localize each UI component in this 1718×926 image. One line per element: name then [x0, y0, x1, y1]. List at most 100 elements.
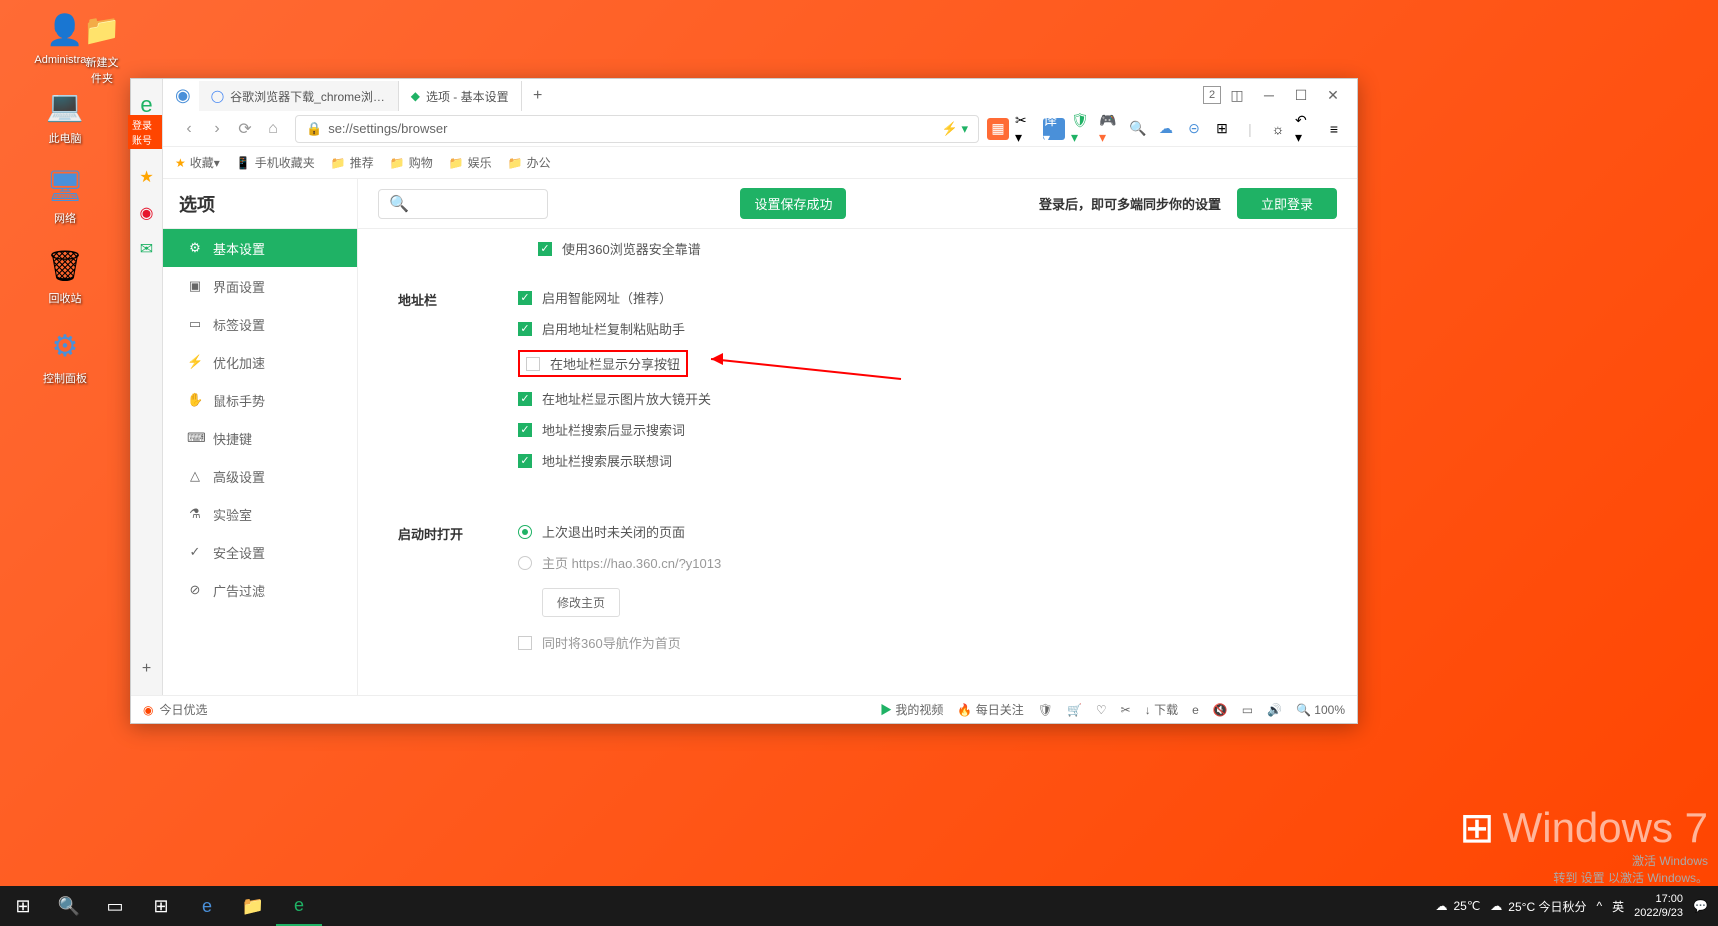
- option-safe-360[interactable]: 使用360浏览器安全靠谱: [538, 239, 1317, 258]
- sound-icon[interactable]: 🔊: [1267, 703, 1282, 717]
- nav-lab[interactable]: ⚗实验室: [163, 495, 357, 533]
- cloud-icon[interactable]: ☁: [1155, 118, 1177, 140]
- window-count-badge[interactable]: 2: [1203, 86, 1221, 104]
- scissors-icon[interactable]: ✂ ▾: [1015, 118, 1037, 140]
- video-link[interactable]: ▶ 我的视频: [880, 701, 943, 718]
- tab-favicon-icon: ◆: [411, 89, 420, 103]
- tab-add-button[interactable]: +: [522, 81, 554, 111]
- login-badge[interactable]: 登录账号: [128, 115, 162, 149]
- back-button[interactable]: ‹: [175, 115, 203, 143]
- dock-logo-icon[interactable]: e: [135, 93, 159, 117]
- tab-chrome[interactable]: ◯ 谷歌浏览器下载_chrome浏览器官: [199, 81, 399, 111]
- nav-interface[interactable]: ▣界面设置: [163, 267, 357, 305]
- 360-taskbar-icon[interactable]: e: [276, 886, 322, 926]
- desktop-icon-network[interactable]: 🖥 网络: [10, 166, 120, 226]
- pause-icon[interactable]: ⊝: [1183, 118, 1205, 140]
- nav-adblock[interactable]: ⊘广告过滤: [163, 571, 357, 609]
- settings-search-input[interactable]: 🔍: [378, 189, 548, 219]
- ie-taskbar-icon[interactable]: e: [184, 886, 230, 926]
- nav-optimize[interactable]: ⚡优化加速: [163, 343, 357, 381]
- minimize-button[interactable]: ─: [1253, 81, 1285, 109]
- desktop-icon-control[interactable]: ⚙ 控制面板: [10, 326, 120, 386]
- desktop-icon-pc[interactable]: 💻 此电脑: [10, 86, 120, 146]
- compass-icon[interactable]: ◉: [175, 85, 191, 106]
- dock-add-icon[interactable]: +: [135, 657, 159, 681]
- weather-widget-1[interactable]: ☁ 25℃: [1435, 899, 1480, 913]
- bookmark-entertainment[interactable]: 📁娱乐: [449, 154, 492, 171]
- option-360-nav[interactable]: 同时将360导航作为首页: [518, 633, 1317, 652]
- option-share-button[interactable]: 在地址栏显示分享按钮: [518, 350, 1317, 377]
- mute-icon[interactable]: 🔇: [1213, 703, 1228, 717]
- system-clock[interactable]: 17:00 2022/9/23: [1634, 892, 1683, 921]
- modify-homepage-button[interactable]: 修改主页: [542, 588, 620, 617]
- undo-icon[interactable]: ↶ ▾: [1295, 118, 1317, 140]
- translate-icon[interactable]: 译 ▾: [1043, 118, 1065, 140]
- search-ext-icon[interactable]: 🔍: [1127, 118, 1149, 140]
- bookmark-office[interactable]: 📁办公: [508, 154, 551, 171]
- cart-icon[interactable]: 🛒: [1067, 703, 1082, 717]
- bookmark-recommend[interactable]: 📁推荐: [331, 154, 374, 171]
- ext-orange-icon[interactable]: ▦: [987, 118, 1009, 140]
- option-smart-url[interactable]: 启用智能网址（推荐）: [518, 288, 1317, 307]
- tab-settings[interactable]: ◆ 选项 - 基本设置: [399, 81, 522, 111]
- shield-icon[interactable]: 🛡 ▾: [1071, 118, 1093, 140]
- shield-status-icon[interactable]: 🛡: [1038, 703, 1053, 717]
- today-pick-icon[interactable]: ◉: [143, 703, 153, 717]
- dock-mail-icon[interactable]: ✉: [135, 237, 159, 261]
- theme-icon[interactable]: ☼: [1267, 118, 1289, 140]
- note-icon[interactable]: ▭: [1242, 703, 1253, 717]
- nav-advanced[interactable]: △高级设置: [163, 457, 357, 495]
- explorer-taskbar-icon[interactable]: 📁: [230, 886, 276, 926]
- network-icon: 🖥: [45, 166, 85, 206]
- nav-mouse[interactable]: ✋鼠标手势: [163, 381, 357, 419]
- start-button[interactable]: ⊞: [0, 886, 46, 926]
- zoom-level[interactable]: 🔍 100%: [1296, 703, 1345, 717]
- tray-chevron-icon[interactable]: ^: [1596, 899, 1602, 913]
- reload-button[interactable]: ⟳: [231, 115, 259, 143]
- menu-icon[interactable]: ≡: [1323, 118, 1345, 140]
- dock-star-icon[interactable]: ★: [135, 165, 159, 189]
- maximize-button[interactable]: ☐: [1285, 81, 1317, 109]
- nav-shortcuts[interactable]: ⌨快捷键: [163, 419, 357, 457]
- close-button[interactable]: ✕: [1317, 81, 1349, 109]
- login-button[interactable]: 立即登录: [1237, 188, 1337, 219]
- notification-icon[interactable]: 💬: [1693, 899, 1708, 913]
- bookmark-fav[interactable]: ★收藏 ▾: [175, 154, 220, 171]
- settings-main[interactable]: 使用360浏览器安全靠谱 地址栏 启用智能网址（推荐） 启用地址栏复制粘贴助手 …: [358, 229, 1357, 723]
- option-restore-tabs[interactable]: 上次退出时未关闭的页面: [518, 522, 1317, 541]
- bookmark-shopping[interactable]: 📁购物: [390, 154, 433, 171]
- ie-mode-icon[interactable]: e: [1192, 703, 1199, 717]
- task-view-button[interactable]: ▭: [92, 886, 138, 926]
- apps-button[interactable]: ⊞: [138, 886, 184, 926]
- tabs: ◯ 谷歌浏览器下载_chrome浏览器官 ◆ 选项 - 基本设置 +: [199, 79, 554, 111]
- desktop-icon-recycle[interactable]: 🗑 回收站: [10, 246, 120, 306]
- ime-indicator[interactable]: 英: [1612, 898, 1624, 915]
- option-search-term[interactable]: 地址栏搜索后显示搜索词: [518, 420, 1317, 439]
- option-paste-helper[interactable]: 启用地址栏复制粘贴助手: [518, 319, 1317, 338]
- daily-link[interactable]: 🔥 每日关注: [957, 701, 1023, 718]
- option-magnifier[interactable]: 在地址栏显示图片放大镜开关: [518, 389, 1317, 408]
- cut-icon[interactable]: ✂: [1121, 703, 1131, 717]
- heart-icon[interactable]: ♡: [1096, 703, 1107, 717]
- icon-label: 控制面板: [43, 370, 87, 386]
- lightning-icon[interactable]: ⚡ ▾: [942, 121, 968, 137]
- weather-widget-2[interactable]: ☁ 25°C 今日秋分: [1490, 898, 1586, 915]
- desktop-icon-newfolder[interactable]: 📁 新建文件夹: [82, 10, 122, 86]
- dock-weibo-icon[interactable]: ◉: [135, 201, 159, 225]
- grid-icon[interactable]: ⊞: [1211, 118, 1233, 140]
- option-homepage[interactable]: 主页 https://hao.360.cn/?y1013: [518, 553, 1317, 572]
- search-button[interactable]: 🔍: [46, 886, 92, 926]
- option-suggestions[interactable]: 地址栏搜索展示联想词: [518, 451, 1317, 470]
- nav-tabs[interactable]: ▭标签设置: [163, 305, 357, 343]
- bookmark-mobile[interactable]: 📱手机收藏夹: [236, 154, 315, 171]
- game-icon[interactable]: 🎮 ▾: [1099, 118, 1121, 140]
- download-link[interactable]: ↓ 下载: [1145, 701, 1178, 718]
- home-button[interactable]: ⌂: [259, 115, 287, 143]
- skin-icon[interactable]: ◫: [1221, 81, 1253, 109]
- nav-security[interactable]: ✓安全设置: [163, 533, 357, 571]
- nav-basic[interactable]: ⚙基本设置: [163, 229, 357, 267]
- today-pick[interactable]: 今日优选: [159, 701, 207, 718]
- forward-button[interactable]: ›: [203, 115, 231, 143]
- address-input[interactable]: 🔒 se://settings/browser ⚡ ▾: [295, 115, 979, 143]
- icon-label: 此电脑: [49, 130, 82, 146]
